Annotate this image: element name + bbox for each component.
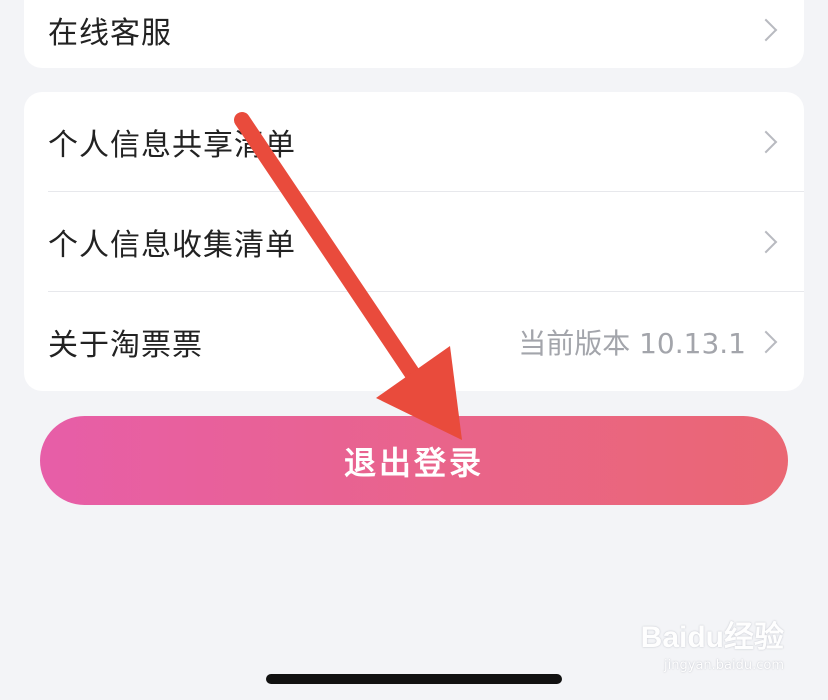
home-indicator[interactable] <box>266 674 562 684</box>
menu-item-label: 关于淘票票 <box>48 327 203 363</box>
watermark-url: jingyan.baidu.com <box>664 658 784 673</box>
menu-item-info-sharing-list[interactable]: 个人信息共享清单 <box>24 92 804 191</box>
menu-item-online-service[interactable]: 在线客服 <box>24 0 804 68</box>
chevron-right-icon <box>754 330 778 353</box>
settings-card-main: 个人信息共享清单 个人信息收集清单 关于淘票票 当前版本 10.13.1 <box>24 92 804 391</box>
watermark-brand: Baidu经验 <box>640 621 784 654</box>
chevron-right-icon <box>754 230 778 253</box>
menu-item-label: 在线客服 <box>48 15 172 51</box>
settings-card-top: 在线客服 <box>24 0 804 68</box>
menu-item-about-app[interactable]: 关于淘票票 当前版本 10.13.1 <box>24 292 804 391</box>
menu-item-info-collection-list[interactable]: 个人信息收集清单 <box>24 192 804 291</box>
menu-item-label: 个人信息收集清单 <box>48 227 296 263</box>
logout-button[interactable]: 退出登录 <box>40 416 788 505</box>
app-version-text: 当前版本 10.13.1 <box>518 326 746 360</box>
chevron-right-icon <box>754 130 778 153</box>
baidu-jingyan-watermark: Baidu经验 jingyan.baidu.com <box>641 612 784 673</box>
logout-button-label: 退出登录 <box>343 443 484 482</box>
chevron-right-icon <box>754 18 778 41</box>
menu-item-label: 个人信息共享清单 <box>48 127 296 163</box>
